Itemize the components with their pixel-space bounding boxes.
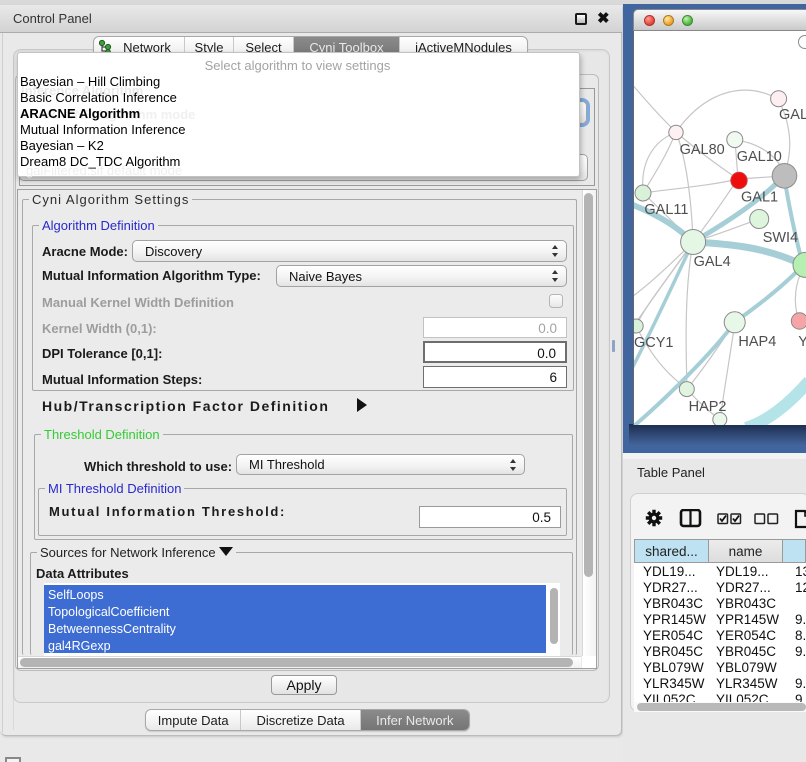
svg-text:GCY1: GCY1	[634, 335, 674, 351]
svg-text:GAL80: GAL80	[680, 142, 725, 158]
svg-text:Y: Y	[798, 334, 806, 350]
svg-text:GAL1: GAL1	[741, 190, 778, 206]
svg-text:GAL4: GAL4	[694, 254, 731, 270]
svg-text:HAP4: HAP4	[738, 334, 776, 350]
svg-text:SWI4: SWI4	[763, 230, 798, 246]
svg-text:HAP2: HAP2	[689, 399, 727, 415]
svg-text:GAL7: GAL7	[779, 107, 806, 123]
svg-text:GAL11: GAL11	[644, 202, 688, 218]
svg-text:GAL10: GAL10	[737, 149, 782, 165]
